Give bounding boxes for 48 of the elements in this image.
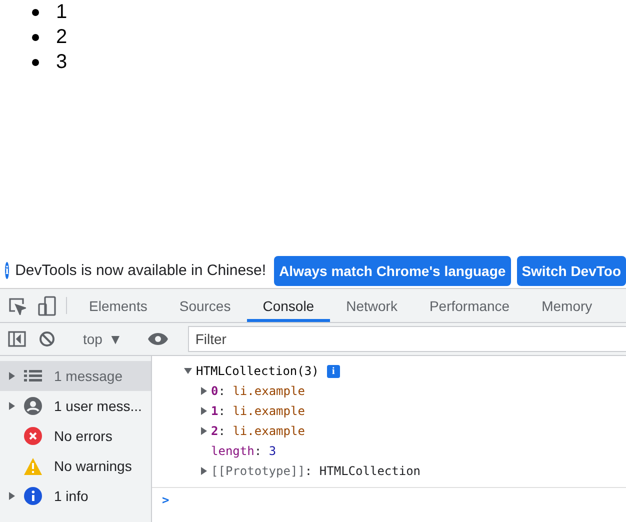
property-entry: [[Prototype]]: HTMLCollection (211, 464, 421, 478)
bullet-icon (32, 9, 39, 16)
list-item: 1 (56, 1, 68, 24)
sidebar-item[interactable]: 1 user mess... (0, 391, 151, 421)
info-icon (24, 487, 42, 505)
bullet-icon (32, 59, 39, 66)
property-entry: 1: li.example (211, 404, 305, 418)
collapse-arrow-icon[interactable] (184, 367, 192, 375)
list-item: 2 (56, 26, 68, 49)
language-button[interactable]: Switch DevToo (516, 256, 626, 286)
user-icon (24, 397, 42, 415)
error-icon (24, 427, 42, 445)
eye-icon[interactable] (148, 333, 168, 345)
sidebar-item[interactable]: 1 message (0, 361, 151, 391)
context-selector[interactable]: top ▼ (77, 331, 128, 347)
warning-icon (24, 458, 42, 474)
infobar-message: DevTools is now available in Chinese! (15, 262, 266, 279)
device-toggle-icon[interactable] (38, 296, 56, 316)
sidebar-item[interactable]: No errors (0, 421, 151, 451)
expand-arrow-icon[interactable] (8, 402, 16, 410)
clear-icon[interactable] (39, 331, 55, 347)
language-button[interactable]: Always match Chrome's language (274, 256, 511, 286)
devtools-tab[interactable]: Sources (163, 289, 247, 322)
filter-field[interactable]: Filter (188, 326, 626, 352)
bullet-icon (32, 34, 39, 41)
sidebar-toggle-icon[interactable] (8, 331, 26, 347)
devtools-tab[interactable]: Memory (526, 289, 608, 322)
info-icon: i (5, 262, 10, 279)
expand-arrow-icon[interactable] (200, 427, 208, 435)
list-item: 3 (56, 51, 68, 74)
sidebar-item[interactable]: No warnings (0, 451, 151, 481)
expand-arrow-icon[interactable] (200, 407, 208, 415)
devtools-tab[interactable]: Performance (413, 289, 526, 322)
inspect-cursor-icon[interactable] (8, 296, 26, 314)
sidebar-item[interactable]: 1 info (0, 481, 151, 511)
info-badge: i (326, 364, 340, 378)
devtools-tab[interactable]: Elements (73, 289, 164, 322)
property-entry: 2: li.example (211, 424, 305, 438)
list-icon (24, 369, 42, 383)
expand-arrow-icon[interactable] (200, 467, 208, 475)
expand-arrow-icon[interactable] (8, 492, 16, 500)
expand-arrow-icon[interactable] (8, 372, 16, 380)
expand-arrow-icon[interactable] (200, 387, 208, 395)
console-prompt[interactable]: > (162, 492, 170, 506)
object-label[interactable]: HTMLCollection(3) (196, 364, 319, 378)
property-entry: 0: li.example (211, 384, 305, 398)
property-entry: length: 3 (211, 444, 276, 458)
devtools-tab[interactable]: Network (330, 289, 414, 322)
